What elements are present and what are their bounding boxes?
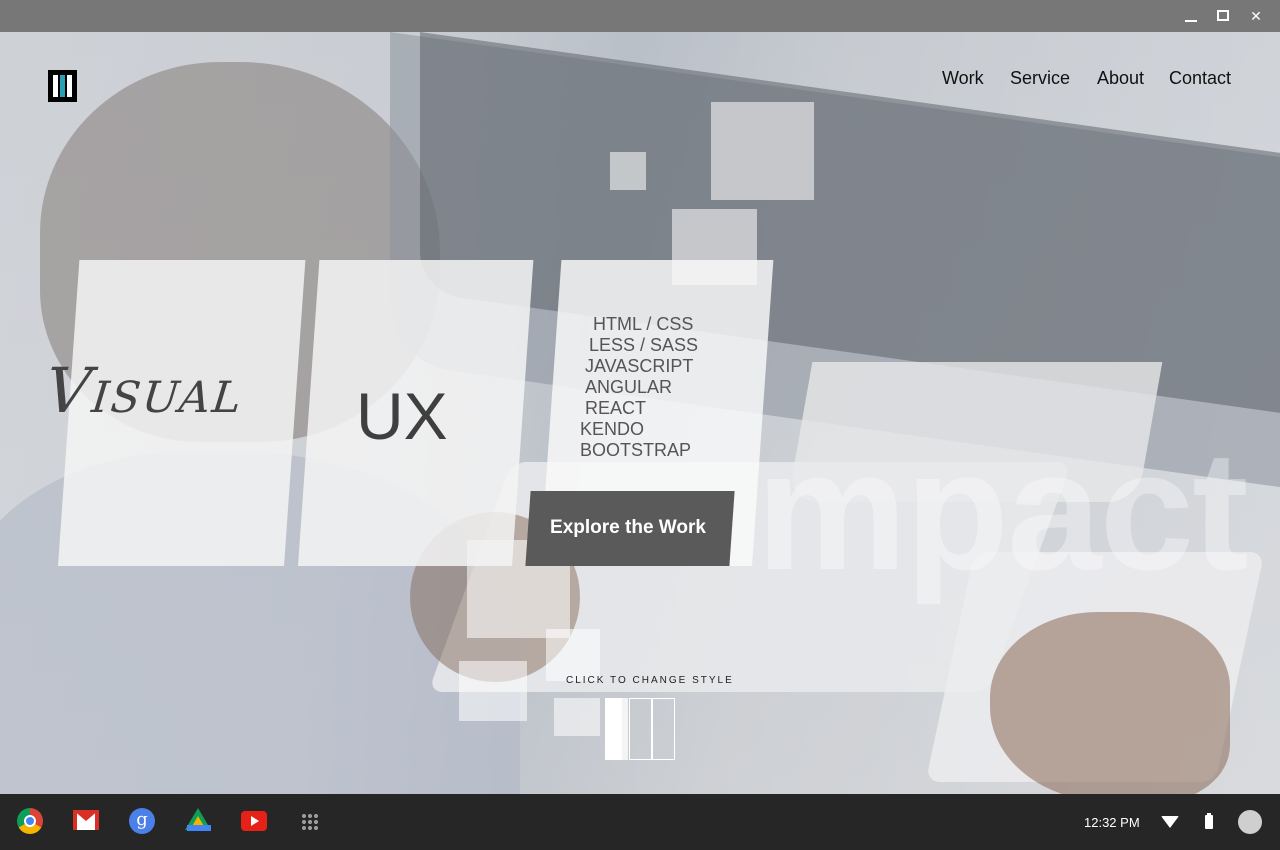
nav-about[interactable]: About: [1097, 68, 1144, 89]
site-logo[interactable]: [48, 70, 77, 102]
decorative-square: [459, 661, 527, 721]
style-option-2[interactable]: [629, 698, 652, 760]
gmail-icon[interactable]: [73, 810, 99, 830]
drive-icon[interactable]: [185, 808, 211, 834]
skill-item: REACT: [585, 398, 647, 418]
skill-item: JAVASCRIPT: [585, 356, 694, 376]
style-option-1[interactable]: [605, 698, 628, 760]
nav-contact[interactable]: Contact: [1169, 68, 1231, 89]
decorative-square: [554, 698, 600, 736]
style-switcher-label: CLICK TO CHANGE STYLE: [566, 675, 734, 686]
background-word: mpact: [756, 416, 1249, 606]
google-icon[interactable]: g: [129, 808, 155, 834]
skill-item: HTML / CSS: [593, 314, 694, 334]
ux-heading: UX: [356, 379, 448, 453]
launcher-icon[interactable]: [301, 813, 319, 831]
skill-item: BOOTSTRAP: [580, 440, 692, 460]
skill-item: KENDO: [580, 419, 645, 439]
monitor-screen-shape: [420, 32, 1280, 413]
wifi-icon[interactable]: [1161, 816, 1179, 828]
avatar[interactable]: [1238, 810, 1262, 834]
clock[interactable]: 12:32 PM: [1084, 815, 1140, 830]
explore-work-button[interactable]: Explore the Work: [525, 491, 735, 566]
decorative-square: [610, 152, 646, 190]
decorative-square: [546, 629, 600, 681]
logo-bar: [60, 75, 65, 97]
explore-work-label: Explore the Work: [550, 517, 706, 538]
logo-bar: [67, 75, 72, 97]
window-titlebar: ✕: [0, 0, 1280, 32]
skill-item: LESS / SASS: [589, 335, 699, 355]
visual-heading: Visual: [42, 354, 248, 427]
nav-service[interactable]: Service: [1010, 68, 1070, 89]
maximize-icon[interactable]: [1212, 6, 1234, 26]
web-page: Work Service About Contact mpact Visual …: [0, 32, 1280, 794]
taskbar: g 12:32 PM: [0, 794, 1280, 850]
skill-item: ANGULAR: [585, 377, 673, 397]
battery-icon[interactable]: [1205, 813, 1213, 829]
decorative-square: [711, 102, 814, 200]
youtube-icon[interactable]: [241, 811, 267, 831]
style-option-3[interactable]: [652, 698, 675, 760]
close-icon[interactable]: ✕: [1245, 6, 1267, 26]
hand-shape: [990, 612, 1230, 794]
chrome-icon[interactable]: [17, 808, 43, 834]
minimize-icon[interactable]: [1180, 6, 1202, 26]
logo-bar: [53, 75, 58, 97]
nav-work[interactable]: Work: [942, 68, 984, 89]
